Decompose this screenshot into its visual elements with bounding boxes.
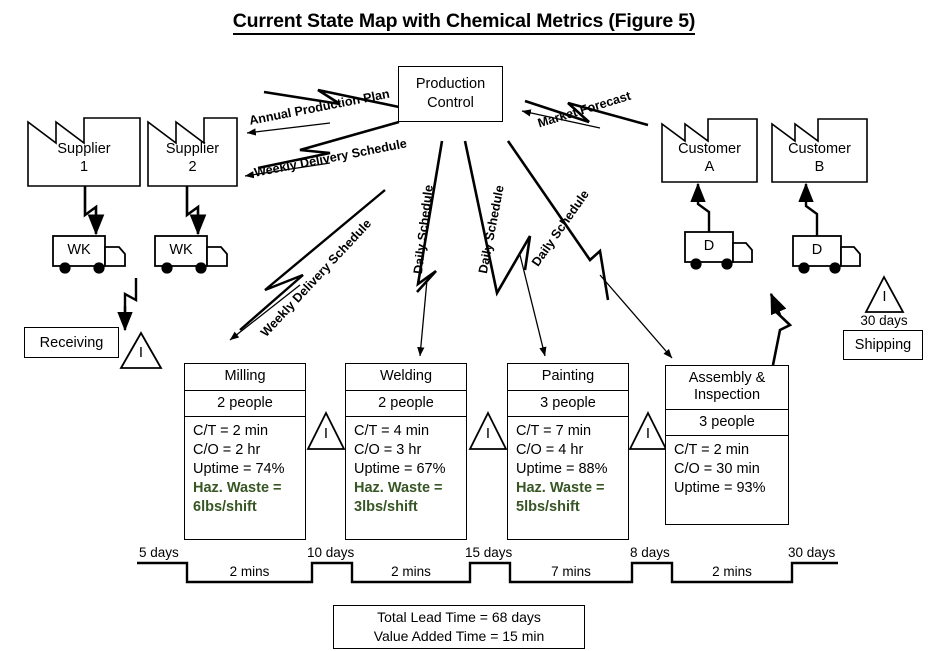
metric-ct-milling: C/T = 2 min <box>193 423 269 439</box>
metric-co-welding: C/O = 3 hr <box>354 442 422 458</box>
diagram-canvas: Current State Map with Chemical Metrics … <box>0 0 928 651</box>
customer-b-label: Customer B <box>772 140 867 176</box>
customer-a-truck-label: D <box>703 238 715 254</box>
inventory-symbol-1: I <box>323 425 329 442</box>
metric-uptime-welding: Uptime = 67% <box>354 461 446 477</box>
process-name-welding: Welding <box>346 364 466 391</box>
truck-to-customer-b-arrow <box>798 182 819 236</box>
production-control-line2: Control <box>427 95 474 111</box>
metric-co-assembly: C/O = 30 min <box>674 461 760 477</box>
inventory-symbol-3: I <box>645 425 651 442</box>
timeline-value-time-0: 2 mins <box>229 564 270 579</box>
metric-haz-waste-milling-line2: 6lbs/shift <box>193 499 257 515</box>
supplier-2-name: Supplier <box>165 141 220 157</box>
wk-to-receiving-arrow <box>117 278 138 332</box>
summary-value-added-time: Value Added Time = 15 min <box>373 628 545 644</box>
timeline-value-time-3: 2 mins <box>712 564 752 579</box>
process-metrics-assembly: C/T = 2 min C/O = 30 min Uptime = 93% <box>666 436 788 502</box>
metric-ct-painting: C/T = 7 min <box>516 423 592 439</box>
supplier-1-truck-label: WK <box>67 242 91 258</box>
customer-a-id: A <box>704 159 715 175</box>
process-box-welding: Welding 2 people C/T = 4 min C/O = 3 hr … <box>345 363 467 540</box>
metric-haz-waste-painting-line1: Haz. Waste = <box>516 480 605 496</box>
supplier-1-label: Supplier 1 <box>28 140 140 176</box>
process-people-assembly: 3 people <box>666 410 788 436</box>
daily-schedule-arrow-3 <box>506 140 673 359</box>
process-box-painting: Painting 3 people C/T = 7 min C/O = 4 hr… <box>507 363 629 540</box>
production-control-box: Production Control <box>398 66 503 122</box>
process-metrics-welding: C/T = 4 min C/O = 3 hr Uptime = 67% Haz.… <box>346 417 466 521</box>
supplier-2-to-wk-arrow <box>185 186 207 236</box>
timeline-lead-time-2: 15 days <box>465 545 513 560</box>
metric-haz-waste-painting-line2: 5lbs/shift <box>516 499 580 515</box>
metric-co-painting: C/O = 4 hr <box>516 442 584 458</box>
customer-b-name: Customer <box>788 141 851 157</box>
inventory-symbol-2: I <box>485 425 491 442</box>
process-name-milling: Milling <box>185 364 305 391</box>
shipping-label: Shipping <box>854 337 912 353</box>
process-metrics-painting: C/T = 7 min C/O = 4 hr Uptime = 88% Haz.… <box>508 417 628 521</box>
supplier-2-label: Supplier 2 <box>148 140 237 176</box>
metric-ct-welding: C/T = 4 min <box>354 423 430 439</box>
receiving-box: Receiving <box>24 327 119 358</box>
metric-haz-waste-welding-line1: Haz. Waste = <box>354 480 443 496</box>
customer-a-label: Customer A <box>662 140 757 176</box>
summary-total-lead-time: Total Lead Time = 68 days <box>377 609 541 625</box>
assembly-to-shipping-arrow <box>769 292 793 366</box>
truck-to-customer-a-arrow <box>690 182 711 232</box>
process-people-painting: 3 people <box>508 391 628 417</box>
shipping-inventory-days: 30 days <box>860 313 908 328</box>
process-name-assembly-line1: Assembly & <box>688 370 766 386</box>
metric-haz-waste-milling-line1: Haz. Waste = <box>193 480 282 496</box>
receiving-label: Receiving <box>39 334 104 351</box>
timeline-lead-time-0: 5 days <box>139 545 179 560</box>
process-metrics-milling: C/T = 2 min C/O = 2 hr Uptime = 74% Haz.… <box>185 417 305 521</box>
timeline-value-time-1: 2 mins <box>391 564 431 579</box>
process-box-milling: Milling 2 people C/T = 2 min C/O = 2 hr … <box>184 363 306 540</box>
process-people-milling: 2 people <box>185 391 305 417</box>
inventory-symbol-receiving: I <box>138 344 144 361</box>
customer-a-name: Customer <box>678 141 741 157</box>
supplier-1-name: Supplier <box>57 141 111 157</box>
metric-uptime-painting: Uptime = 88% <box>516 461 608 477</box>
inventory-symbol-shipping: I <box>882 288 887 305</box>
timeline-lead-time-3: 8 days <box>630 545 670 560</box>
metric-uptime-milling: Uptime = 74% <box>193 461 285 477</box>
process-people-welding: 2 people <box>346 391 466 417</box>
supplier-2-truck-label: WK <box>169 242 193 258</box>
timeline-value-time-2: 7 mins <box>551 564 591 579</box>
supplier-1-to-wk-arrow <box>83 186 105 236</box>
process-box-assembly-inspection: Assembly & Inspection 3 people C/T = 2 m… <box>665 365 789 525</box>
timeline-lead-time-1: 10 days <box>307 545 355 560</box>
daily-schedule-arrow-2 <box>463 140 547 357</box>
production-control-line1: Production <box>415 76 486 92</box>
process-name-painting: Painting <box>508 364 628 391</box>
metric-co-milling: C/O = 2 hr <box>193 442 261 458</box>
supplier-2-id: 2 <box>188 159 197 175</box>
customer-b-truck-label: D <box>811 242 823 258</box>
supplier-1-id: 1 <box>79 159 89 175</box>
weekly-delivery-schedule-diagonal-arrow <box>229 189 386 341</box>
metric-ct-assembly: C/T = 2 min <box>674 442 750 458</box>
metric-haz-waste-welding-line2: 3lbs/shift <box>354 499 418 515</box>
summary-box: Total Lead Time = 68 days Value Added Ti… <box>333 605 585 649</box>
shipping-box: Shipping <box>843 330 923 360</box>
customer-b-id: B <box>814 159 825 175</box>
timeline-lead-time-4: 30 days <box>788 545 836 560</box>
process-name-assembly-line2: Inspection <box>693 387 761 403</box>
metric-uptime-assembly: Uptime = 93% <box>674 480 766 496</box>
process-name-assembly-inspection: Assembly & Inspection <box>666 366 788 410</box>
